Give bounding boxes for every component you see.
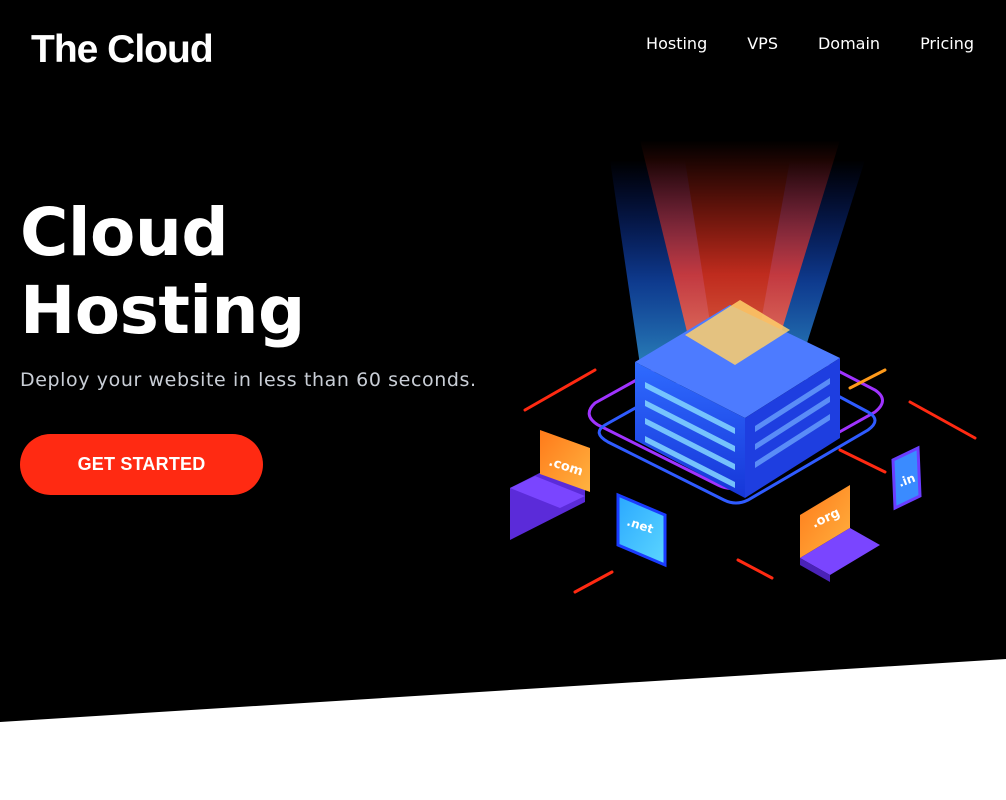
tablet-net: .net [616,492,667,568]
hero-title: Cloud Hosting [20,194,305,350]
nav-link-hosting[interactable]: Hosting [646,34,707,54]
nav-link-pricing[interactable]: Pricing [920,34,974,54]
logo[interactable]: The Cloud [31,27,214,73]
navbar: The Cloud Hosting VPS Domain Pricing [0,0,1006,100]
nav-links: Hosting VPS Domain Pricing [646,34,974,54]
isometric-cloud-server-icon: .com .net .org .in [510,140,977,594]
hero-subtitle: Deploy your website in less than 60 seco… [20,369,477,391]
landing-page: The Cloud Hosting VPS Domain Pricing Clo… [0,0,1006,800]
laptop-org: .org [800,485,880,582]
nav-link-domain[interactable]: Domain [818,34,880,54]
get-started-button[interactable]: GET STARTED [20,434,263,495]
laptop-com: .com [510,430,590,540]
hero-title-line-1: Cloud [20,194,229,271]
hero-title-line-2: Hosting [20,272,305,349]
phone-in: .in [891,445,922,511]
nav-link-vps[interactable]: VPS [747,34,778,54]
